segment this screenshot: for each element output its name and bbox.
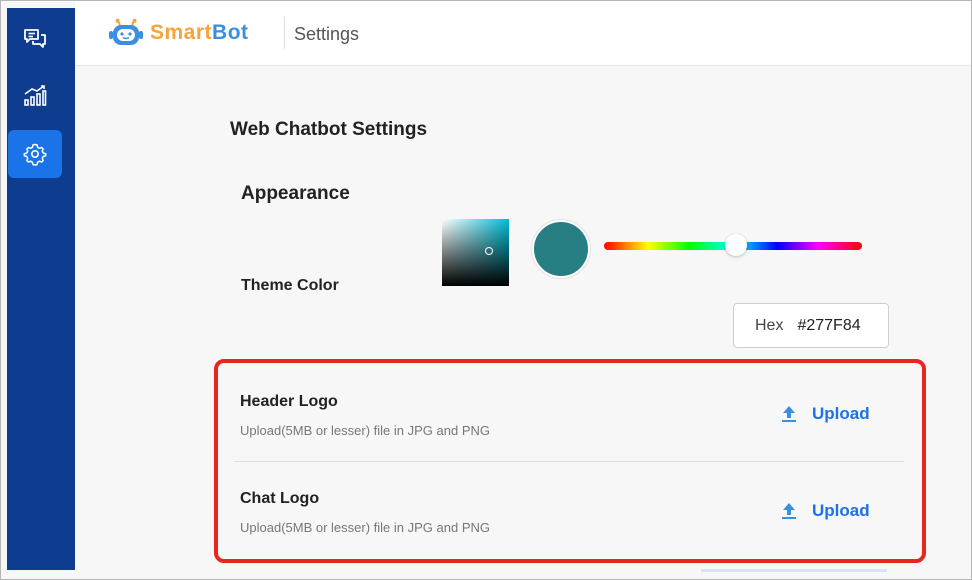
gear-icon xyxy=(23,143,47,166)
color-picker-cursor[interactable] xyxy=(485,247,493,255)
upload-icon xyxy=(782,503,796,519)
upload-button-label: Upload xyxy=(812,404,870,423)
logo-text-bot: Bot xyxy=(212,21,249,44)
chat-bubbles-icon xyxy=(24,29,46,48)
analytics-icon xyxy=(24,85,47,106)
chat-logo-description: Upload(5MB or lesser) file in JPG and PN… xyxy=(240,520,490,535)
header-logo-upload-button[interactable]: Upload xyxy=(780,402,870,426)
top-header: SmartBot Settings xyxy=(75,1,971,66)
header-divider xyxy=(284,17,285,49)
hex-color-field[interactable]: Hex #277F84 xyxy=(733,303,889,348)
sidebar xyxy=(7,8,75,570)
page-title: Settings xyxy=(294,24,360,44)
nav-analytics[interactable] xyxy=(8,72,62,120)
hex-value[interactable]: #277F84 xyxy=(797,317,860,335)
chat-logo-row: Chat Logo Upload(5MB or lesser) file in … xyxy=(218,460,922,556)
upload-button-label: Upload xyxy=(812,501,870,520)
upload-icon xyxy=(782,406,796,422)
hex-label: Hex xyxy=(755,316,784,334)
chat-logo-title: Chat Logo xyxy=(240,490,320,507)
smartbot-robot-icon xyxy=(109,18,143,45)
nav-settings[interactable] xyxy=(8,130,62,178)
app-window: SmartBot Settings Web Chatbot Settings A… xyxy=(0,0,972,580)
section-title: Web Chatbot Settings xyxy=(230,119,428,140)
header-logo-row: Header Logo Upload(5MB or lesser) file i… xyxy=(218,363,922,459)
saturation-value-picker[interactable] xyxy=(442,219,509,286)
appearance-heading: Appearance xyxy=(241,183,350,204)
chat-logo-upload-button[interactable]: Upload xyxy=(780,499,870,523)
nav-chats[interactable] xyxy=(8,15,62,63)
header-logo-title: Header Logo xyxy=(240,393,338,410)
theme-color-preview xyxy=(532,220,590,278)
logo-upload-card: Header Logo Upload(5MB or lesser) file i… xyxy=(214,359,926,563)
header-logo-description: Upload(5MB or lesser) file in JPG and PN… xyxy=(240,423,490,438)
logo-text-smart: Smart xyxy=(150,21,213,44)
hue-slider[interactable] xyxy=(604,234,862,256)
app-logo: SmartBot xyxy=(150,21,249,45)
hue-slider-thumb[interactable] xyxy=(725,234,747,256)
theme-color-label: Theme Color xyxy=(241,277,339,294)
next-control-edge xyxy=(701,569,887,572)
